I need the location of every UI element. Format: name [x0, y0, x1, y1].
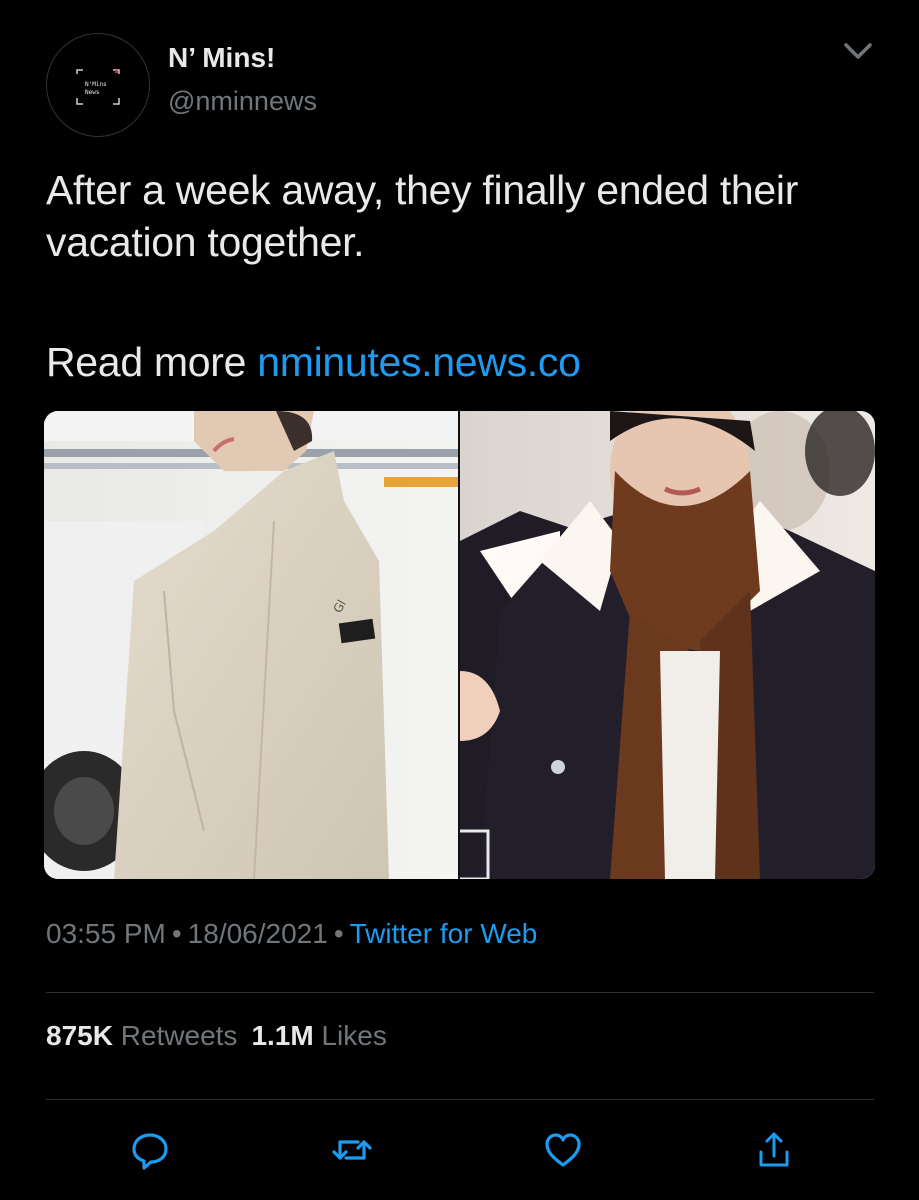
- tweet-meta: 03:55 PM • 18/06/2021 • Twitter for Web: [46, 918, 537, 950]
- divider: [46, 1099, 874, 1100]
- media-grid: Gl: [44, 411, 875, 879]
- avatar-text-line1: N'Mins: [85, 81, 107, 88]
- likes-count[interactable]: 1.1M: [251, 1020, 313, 1051]
- like-button[interactable]: [541, 1128, 585, 1172]
- news-logo-icon: N'Mins News: [76, 69, 120, 105]
- retweet-button[interactable]: [330, 1128, 374, 1172]
- tweet-stats: 875K Retweets 1.1M Likes: [46, 1020, 401, 1052]
- tweet-link[interactable]: nminutes.news.co: [257, 339, 581, 385]
- avatar-text-line2: News: [85, 89, 100, 96]
- photo-jacket-beige[interactable]: Gl: [44, 411, 458, 879]
- avatar[interactable]: N'Mins News: [46, 33, 150, 137]
- tweet-date[interactable]: 18/06/2021: [188, 918, 328, 949]
- reply-icon: [132, 1133, 168, 1170]
- likes-label[interactable]: Likes: [321, 1020, 386, 1051]
- more-options-button[interactable]: [838, 36, 878, 66]
- read-more-label: Read more: [46, 339, 258, 385]
- photo-left-image: Gl: [44, 411, 458, 879]
- like-icon: [545, 1133, 581, 1167]
- display-name[interactable]: N’ Mins!: [168, 42, 275, 74]
- tweet-source[interactable]: Twitter for Web: [350, 918, 538, 949]
- retweets-label[interactable]: Retweets: [121, 1020, 238, 1051]
- read-more-line: Read more nminutes.news.co: [46, 336, 581, 388]
- account-handle[interactable]: @nminnews: [168, 86, 317, 117]
- retweets-count[interactable]: 875K: [46, 1020, 113, 1051]
- photo-scarf-brown[interactable]: [460, 411, 875, 879]
- tweet-text: After a week away, they finally ended th…: [46, 167, 799, 265]
- share-icon: [759, 1132, 789, 1167]
- meta-separator: •: [171, 918, 182, 949]
- tweet-time[interactable]: 03:55 PM: [46, 918, 166, 949]
- retweet-icon: [332, 1140, 372, 1160]
- chevron-down-icon: [844, 43, 872, 59]
- reply-button[interactable]: [128, 1128, 172, 1172]
- photo-right-image: [460, 411, 875, 879]
- divider: [46, 992, 874, 993]
- share-button[interactable]: [752, 1128, 796, 1172]
- meta-separator: •: [333, 918, 344, 949]
